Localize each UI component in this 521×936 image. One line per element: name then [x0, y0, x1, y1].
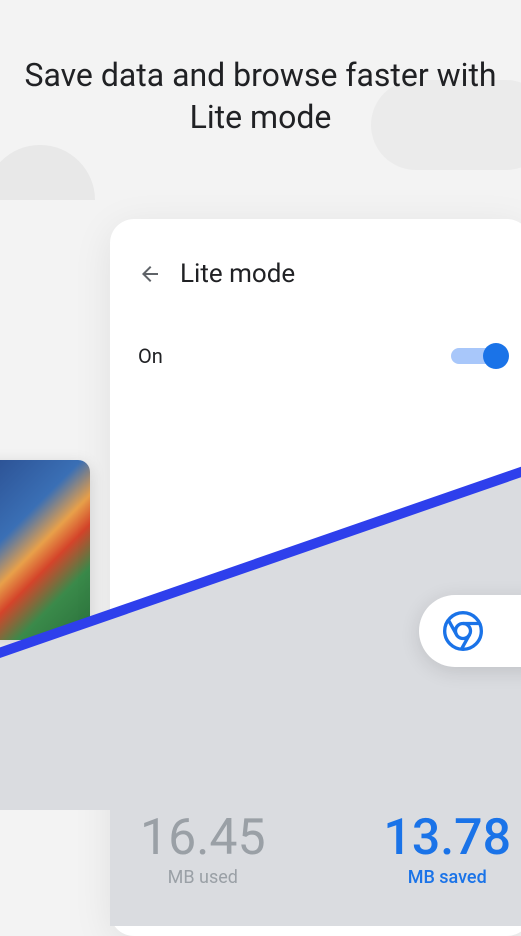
chrome-chip[interactable]: [419, 595, 521, 667]
toggle-thumb: [483, 343, 509, 369]
toggle-row: On: [110, 344, 521, 368]
used-label: MB used: [140, 867, 266, 888]
stats-section-bg: [110, 683, 521, 926]
screen-title: Lite mode: [180, 259, 295, 289]
cloud-decoration: [0, 145, 95, 200]
chrome-icon: [443, 611, 483, 651]
lite-mode-toggle[interactable]: [451, 346, 503, 366]
arrow-left-icon: [138, 262, 162, 286]
promo-headline: Save data and browse faster with Lite mo…: [0, 55, 521, 138]
panel-header: Lite mode: [110, 259, 521, 289]
data-stats: 16.45 MB used 13.78 MB saved: [140, 813, 511, 888]
saved-label: MB saved: [383, 867, 511, 888]
data-used-stat: 16.45 MB used: [140, 813, 266, 888]
saved-value: 13.78: [383, 813, 511, 863]
toggle-status-label: On: [138, 344, 163, 368]
used-value: 16.45: [140, 813, 266, 863]
back-button[interactable]: [138, 262, 162, 286]
background-art-card: [0, 460, 90, 640]
data-saved-stat: 13.78 MB saved: [383, 813, 511, 888]
